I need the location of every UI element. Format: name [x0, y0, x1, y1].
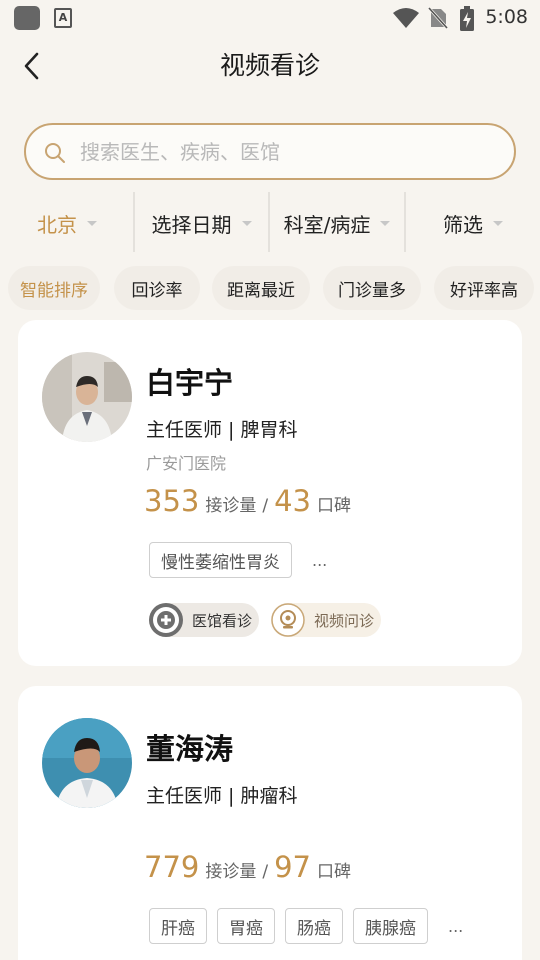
- status-bar: A 5:08: [0, 0, 540, 36]
- doctor-avatar: [42, 352, 132, 442]
- video-consult-badge[interactable]: 视频问诊: [271, 603, 381, 637]
- filter-department[interactable]: 科室/病症: [270, 192, 404, 254]
- chevron-down-icon: [241, 220, 252, 226]
- doctor-hospital: 广安门医院: [146, 454, 227, 473]
- video-consult-label: 视频问诊: [314, 611, 375, 630]
- specialty-tag[interactable]: 胰腺癌: [353, 908, 428, 944]
- doctor-name: 白宇宁: [146, 366, 234, 400]
- search-box[interactable]: [24, 123, 516, 180]
- wifi-icon: [393, 8, 419, 28]
- consult-count-label: 接诊量: [205, 862, 257, 882]
- sort-smart[interactable]: 智能排序: [8, 266, 100, 310]
- tag-list: 肝癌 胃癌 肠癌 胰腺癌 ...: [149, 908, 463, 944]
- chevron-down-icon: [380, 220, 391, 226]
- specialty-tag[interactable]: 慢性萎缩性胃炎: [149, 542, 292, 578]
- clinic-visit-label: 医馆看诊: [192, 611, 253, 630]
- specialty-tag[interactable]: 肠癌: [285, 908, 343, 944]
- rating-count: 97: [274, 850, 311, 884]
- webcam-icon: [271, 603, 305, 637]
- more-tags[interactable]: ...: [312, 551, 327, 570]
- no-sim-icon: [427, 6, 449, 30]
- filter-more[interactable]: 筛选: [406, 192, 540, 254]
- battery-charging-icon: [460, 6, 474, 31]
- specialty-tag[interactable]: 肝癌: [149, 908, 207, 944]
- filter-city-label: 北京: [37, 212, 77, 237]
- doctor-avatar: [42, 718, 132, 808]
- filter-more-label: 筛选: [443, 212, 483, 237]
- doctor-title-department: 主任医师 | 脾胃科: [146, 419, 298, 441]
- specialty-tag[interactable]: 胃癌: [217, 908, 275, 944]
- status-time: 5:08: [485, 6, 528, 28]
- filter-bar: 北京 选择日期 科室/病症 筛选: [0, 192, 540, 254]
- chevron-down-icon: [87, 220, 97, 226]
- plus-circle-icon: [149, 603, 183, 637]
- doctor-card[interactable]: 董海涛 主任医师 | 肿瘤科 779 接诊量 / 97 口碑 肝癌 胃癌 肠癌 …: [18, 686, 522, 960]
- filter-department-label: 科室/病症: [283, 212, 371, 237]
- tag-list: 慢性萎缩性胃炎 ...: [149, 542, 327, 578]
- chevron-down-icon: [493, 220, 503, 226]
- consult-count: 779: [144, 850, 200, 884]
- doctor-card[interactable]: 白宇宁 主任医师 | 脾胃科 广安门医院 353 接诊量 / 43 口碑 慢性萎…: [18, 320, 522, 666]
- doctor-stats: 353 接诊量 / 43 口碑: [144, 484, 351, 518]
- sort-most-visits[interactable]: 门诊量多: [323, 266, 421, 310]
- clinic-visit-badge[interactable]: 医馆看诊: [149, 603, 259, 637]
- app-notification-icon: [14, 6, 40, 30]
- sort-top-rated[interactable]: 好评率高: [434, 266, 534, 310]
- filter-date[interactable]: 选择日期: [135, 192, 268, 254]
- page-title: 视频看诊: [219, 51, 320, 80]
- consult-count-label: 接诊量: [205, 496, 257, 516]
- rating-count-label: 口碑: [317, 496, 351, 516]
- sort-nearest[interactable]: 距离最近: [212, 266, 310, 310]
- doctor-stats: 779 接诊量 / 97 口碑: [144, 850, 351, 884]
- accessibility-notification-icon: A: [54, 8, 72, 28]
- sort-return-rate[interactable]: 回诊率: [114, 266, 200, 310]
- search-icon: [45, 143, 65, 163]
- filter-date-label: 选择日期: [151, 212, 232, 237]
- rating-count-label: 口碑: [317, 862, 351, 882]
- doctor-list: 白宇宁 主任医师 | 脾胃科 广安门医院 353 接诊量 / 43 口碑 慢性萎…: [0, 320, 540, 960]
- search-input[interactable]: [80, 135, 480, 169]
- doctor-name: 董海涛: [146, 732, 234, 766]
- stats-separator: /: [262, 862, 269, 882]
- filter-city[interactable]: 北京: [0, 192, 134, 254]
- stats-separator: /: [262, 496, 269, 516]
- consult-count: 353: [144, 484, 200, 518]
- sort-bar: 智能排序 回诊率 距离最近 门诊量多 好评率高: [0, 266, 540, 310]
- rating-count: 43: [274, 484, 311, 518]
- doctor-title-department: 主任医师 | 肿瘤科: [146, 785, 298, 807]
- more-tags[interactable]: ...: [448, 917, 463, 936]
